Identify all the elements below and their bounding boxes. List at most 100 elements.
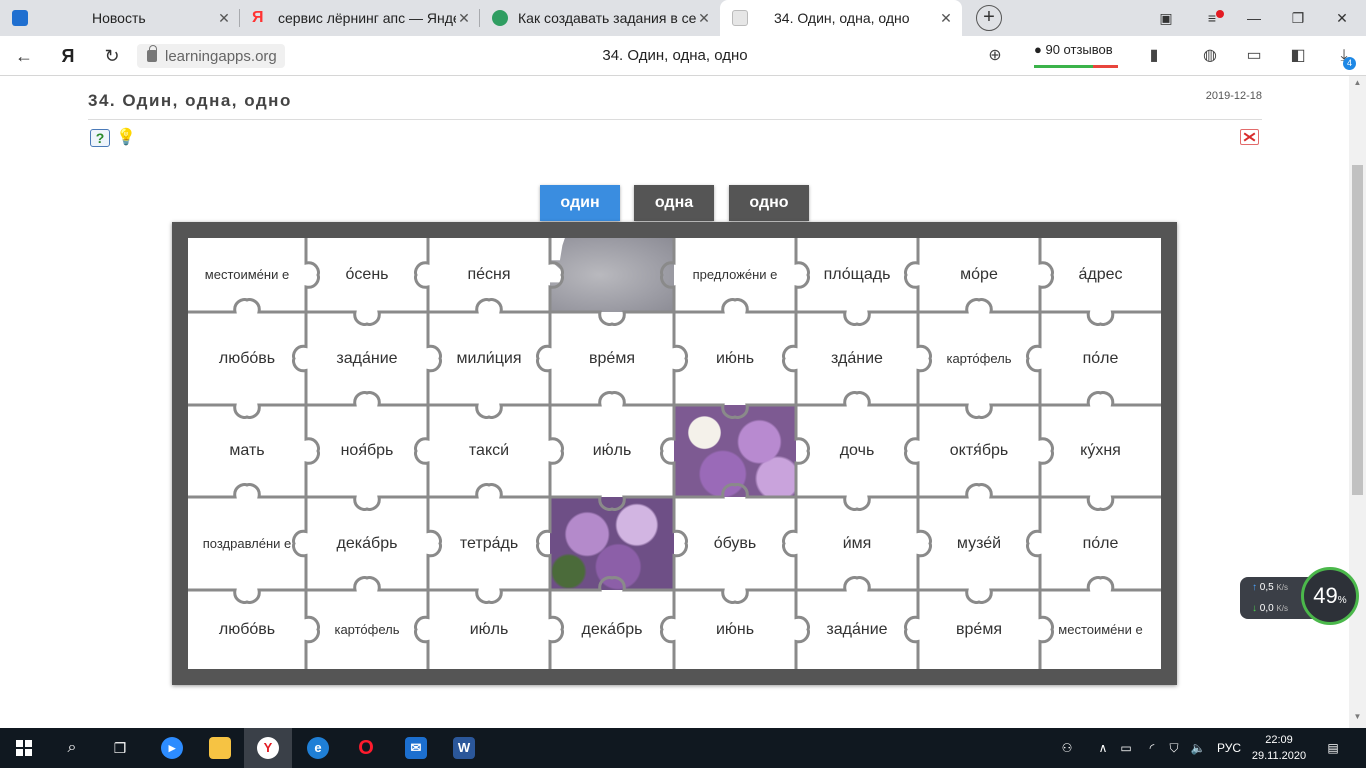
puzzle-piece[interactable]: по́ле — [1040, 497, 1161, 590]
fullscreen-icon[interactable] — [1240, 129, 1259, 145]
puzzle-piece-photo[interactable] — [550, 497, 674, 590]
scrollbar-thumb[interactable] — [1352, 165, 1363, 495]
tab-title: Новость — [92, 10, 146, 26]
file-explorer-icon[interactable] — [196, 728, 244, 768]
puzzle-piece[interactable]: любо́вь — [188, 590, 306, 669]
puzzle-piece[interactable]: дочь — [796, 405, 918, 497]
puzzle-piece[interactable]: ию́нь — [674, 590, 796, 669]
puzzle-piece[interactable]: тетра́дь — [428, 497, 550, 590]
app-date: 2019-12-18 — [1205, 90, 1262, 102]
puzzle-piece[interactable]: мили́ция — [428, 312, 550, 405]
zoom-app-icon[interactable]: ▸ — [148, 728, 196, 768]
puzzle-piece[interactable]: местоиме́ни е — [188, 238, 306, 312]
category-tab-odin[interactable]: один — [540, 185, 620, 221]
puzzle-piece[interactable]: по́ле — [1040, 312, 1161, 405]
volume-icon[interactable]: 🔈 — [1188, 728, 1208, 768]
puzzle-piece-photo[interactable] — [674, 405, 796, 497]
word-icon[interactable]: W — [440, 728, 488, 768]
task-view-icon[interactable]: ❐ — [96, 728, 144, 768]
scroll-down-arrow-icon[interactable]: ▼ — [1352, 712, 1363, 722]
yandex-browser-icon[interactable]: Y — [244, 728, 292, 768]
protect-icon[interactable]: ◧ — [1286, 44, 1310, 68]
puzzle-piece[interactable]: ию́нь — [674, 312, 796, 405]
reviews-button[interactable]: ● 90 отзывов — [1034, 42, 1118, 68]
puzzle-piece[interactable]: такси́ — [428, 405, 550, 497]
people-icon[interactable]: ⚇ — [1056, 728, 1078, 768]
puzzle-piece[interactable]: мать — [188, 405, 306, 497]
close-tab-icon[interactable]: ✕ — [216, 10, 232, 27]
puzzle-piece[interactable]: вре́мя — [918, 590, 1040, 669]
tab-title: Как создавать задания в сер — [518, 10, 696, 26]
opera-icon[interactable]: O — [342, 728, 390, 768]
url-domain: learningapps.org — [165, 47, 277, 65]
minimize-button[interactable]: — — [1232, 0, 1276, 36]
notifications-icon[interactable]: ▤ — [1322, 728, 1344, 768]
battery-icon[interactable]: ▭ — [1242, 44, 1266, 68]
puzzle-piece[interactable]: и́мя — [796, 497, 918, 590]
browser-tab[interactable]: Как создавать задания в сер ✕ — [480, 0, 720, 36]
puzzle-piece[interactable]: дека́брь — [306, 497, 428, 590]
new-tab-button[interactable]: + — [976, 5, 1002, 31]
tab-manager-icon[interactable]: ▣ — [1144, 0, 1188, 36]
close-tab-icon[interactable]: ✕ — [456, 10, 472, 27]
puzzle-piece[interactable]: ку́хня — [1040, 405, 1161, 497]
puzzle-piece[interactable]: карто́фель — [306, 590, 428, 669]
mail-icon[interactable]: ✉ — [392, 728, 440, 768]
browser-tab-strip: Новость ✕ Я сервис лёрнинг апс — Янде ✕ … — [0, 0, 1366, 36]
category-tab-odno[interactable]: одно — [729, 185, 809, 221]
puzzle-piece[interactable]: местоиме́ни е — [1040, 590, 1161, 669]
zoom-icon[interactable]: ⊕ — [983, 44, 1007, 68]
search-icon[interactable]: ⌕ — [48, 728, 96, 768]
puzzle-piece[interactable]: пе́сня — [428, 238, 550, 312]
browser-tab-active[interactable]: 34. Один, одна, одно ✕ — [720, 0, 962, 36]
lightbulb-hint-icon[interactable]: 💡 — [116, 128, 136, 148]
puzzle-piece[interactable]: о́бувь — [674, 497, 796, 590]
back-arrow-icon[interactable]: ← — [12, 44, 36, 68]
yandex-logo-icon[interactable]: Я — [56, 44, 80, 68]
windows-start-icon[interactable] — [0, 728, 48, 768]
menu-icon[interactable]: ≡ — [1190, 0, 1234, 36]
puzzle-piece[interactable]: ию́ль — [550, 405, 674, 497]
puzzle-piece-photo[interactable] — [550, 238, 674, 312]
defender-icon[interactable]: ⛉ — [1164, 728, 1184, 768]
browser-tab[interactable]: Новость ✕ — [0, 0, 240, 36]
close-tab-icon[interactable]: ✕ — [696, 10, 712, 27]
puzzle-piece[interactable]: а́дрес — [1040, 238, 1161, 312]
puzzle-piece[interactable]: поздравле́ни е — [188, 497, 306, 590]
help-question-icon[interactable]: ? — [90, 129, 110, 147]
tray-chevron-up-icon[interactable]: ∧ — [1094, 728, 1112, 768]
maximize-button[interactable]: ❐ — [1276, 0, 1320, 36]
puzzle-piece[interactable]: октя́брь — [918, 405, 1040, 497]
category-tab-odna[interactable]: одна — [634, 185, 714, 221]
puzzle-piece[interactable]: дека́брь — [550, 590, 674, 669]
puzzle-piece[interactable]: зада́ние — [306, 312, 428, 405]
download-speed: 0,0 — [1259, 603, 1274, 614]
bookmark-icon[interactable]: ▮ — [1142, 44, 1166, 68]
rating-bar — [1034, 65, 1118, 68]
extension-icon[interactable]: ◍ — [1198, 44, 1222, 68]
puzzle-piece[interactable]: музе́й — [918, 497, 1040, 590]
battery-tray-icon[interactable]: ▭ — [1116, 728, 1136, 768]
puzzle-piece[interactable]: о́сень — [306, 238, 428, 312]
close-tab-icon[interactable]: ✕ — [938, 10, 954, 27]
puzzle-piece[interactable]: зада́ние — [796, 590, 918, 669]
puzzle-piece[interactable]: ноя́брь — [306, 405, 428, 497]
lock-icon — [147, 45, 157, 62]
puzzle-piece[interactable]: предложе́ни е — [674, 238, 796, 312]
puzzle-piece[interactable]: пло́щадь — [796, 238, 918, 312]
puzzle-piece[interactable]: ию́ль — [428, 590, 550, 669]
url-field[interactable]: learningapps.org — [137, 44, 285, 68]
edge-icon[interactable]: e — [294, 728, 342, 768]
puzzle-piece[interactable]: вре́мя — [550, 312, 674, 405]
browser-tab[interactable]: Я сервис лёрнинг апс — Янде ✕ — [240, 0, 480, 36]
puzzle-piece[interactable]: карто́фель — [918, 312, 1040, 405]
scroll-up-arrow-icon[interactable]: ▲ — [1352, 78, 1363, 88]
reload-icon[interactable]: ↻ — [100, 44, 124, 68]
puzzle-piece[interactable]: зда́ние — [796, 312, 918, 405]
wifi-icon[interactable]: ◜ — [1142, 728, 1162, 768]
puzzle-piece[interactable]: любо́вь — [188, 312, 306, 405]
close-window-button[interactable]: ✕ — [1320, 0, 1364, 36]
puzzle-piece[interactable]: мо́ре — [918, 238, 1040, 312]
clock[interactable]: 22:09 29.11.2020 — [1250, 732, 1308, 764]
language-indicator[interactable]: РУС — [1212, 728, 1246, 768]
